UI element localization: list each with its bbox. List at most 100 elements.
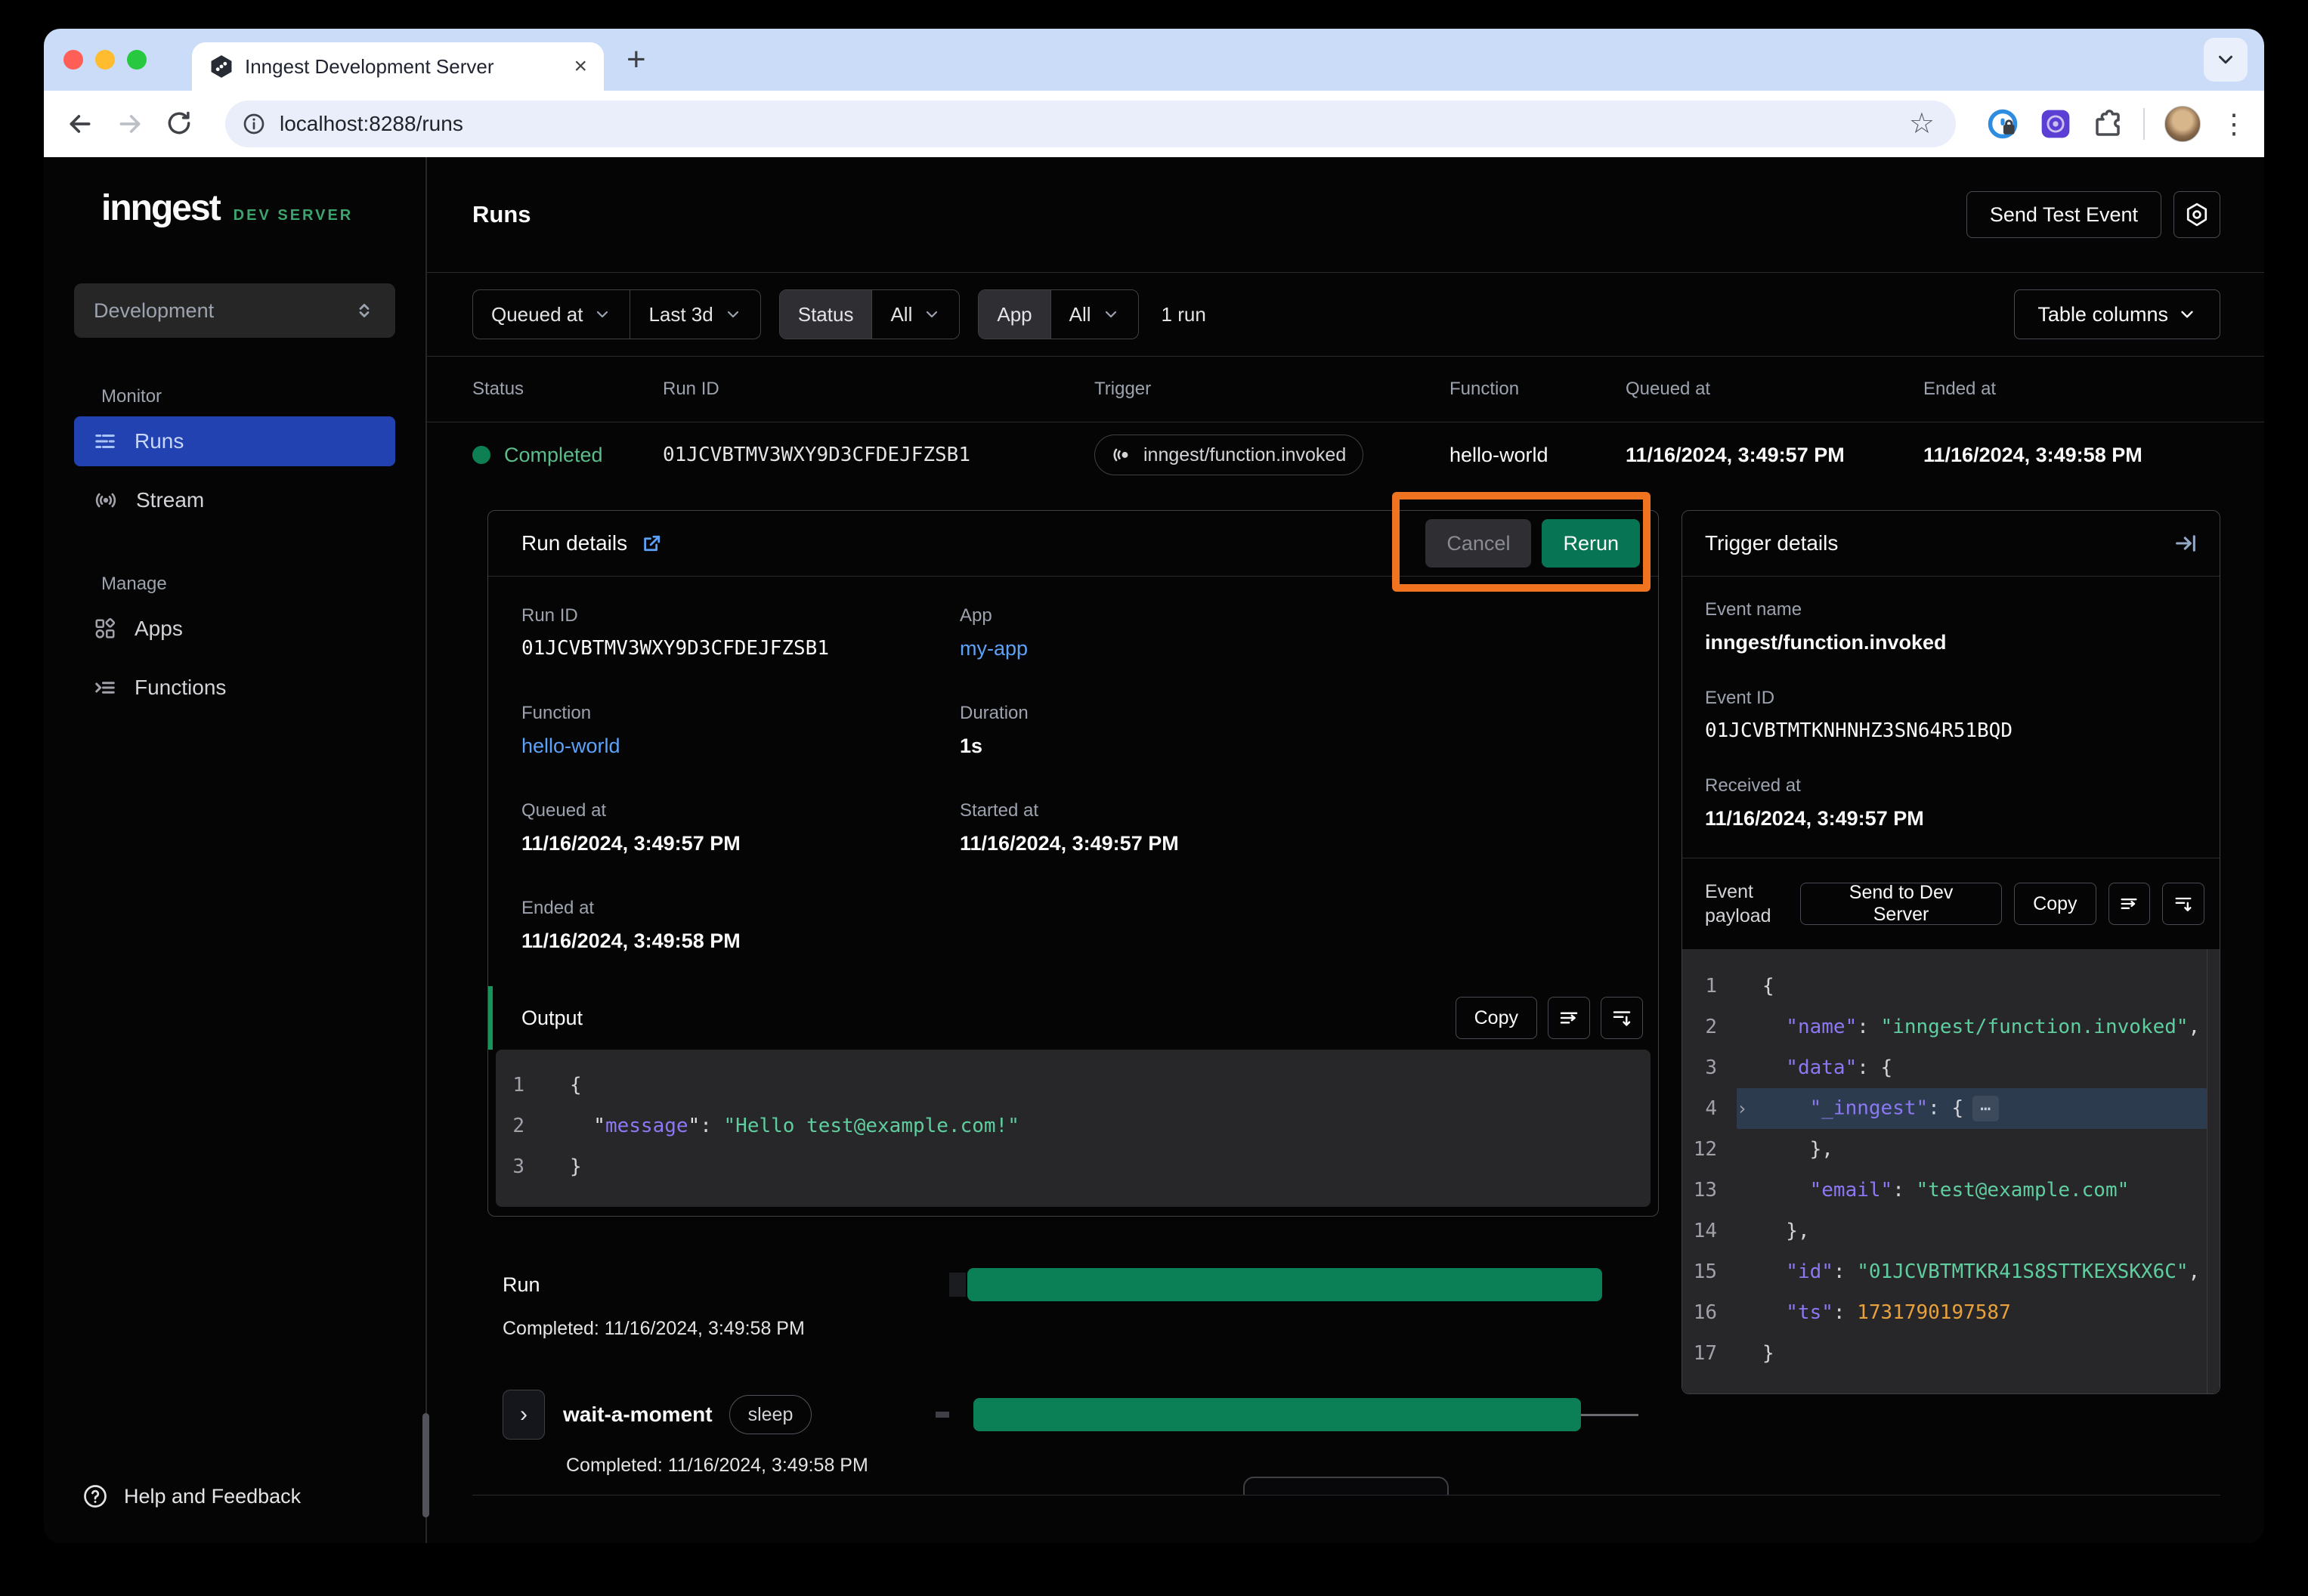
help-icon	[82, 1483, 109, 1510]
field-value: 01JCVBTMTKNHNHZ3SN64R51BQD	[1705, 719, 2197, 742]
settings-gear-button[interactable]	[2173, 191, 2220, 238]
scroll-to-bottom-icon[interactable]	[1601, 997, 1643, 1039]
reload-icon[interactable]	[165, 109, 195, 139]
extensions-puzzle-icon[interactable]	[2092, 108, 2124, 140]
word-wrap-icon[interactable]	[1548, 997, 1590, 1039]
sidebar-item-label: Functions	[135, 676, 226, 700]
time-field-select[interactable]: Queued at	[473, 290, 630, 339]
purple-extension-icon[interactable]	[2039, 107, 2072, 141]
trigger-event-pill[interactable]: inngest/function.invoked	[1094, 435, 1363, 475]
line-number: 16	[1682, 1301, 1737, 1324]
send-to-dev-server-button[interactable]: Send to Dev Server	[1800, 883, 2002, 925]
cancel-button[interactable]: Cancel	[1425, 519, 1531, 568]
payload-scroll-to-bottom-icon[interactable]	[2162, 883, 2204, 925]
time-range-select[interactable]: Last 3d	[630, 290, 760, 339]
status-filter[interactable]: Status All	[779, 289, 961, 339]
inngest-dev-server-app: inngest DEV SERVER Development MonitorRu…	[44, 157, 2264, 1543]
profile-avatar[interactable]	[2164, 106, 2201, 142]
fold-chevron-icon[interactable]: ›	[1737, 1098, 1762, 1119]
output-copy-button[interactable]: Copy	[1456, 997, 1537, 1039]
collapsed-content-dots[interactable]: ⋯	[1972, 1096, 1998, 1121]
table-columns-button[interactable]: Table columns	[2014, 289, 2220, 339]
window-controls	[63, 29, 147, 91]
code-line-4[interactable]: 4› "_inngest": {⋯	[1682, 1088, 2220, 1129]
send-test-event-button[interactable]: Send Test Event	[1966, 191, 2161, 238]
logo-row: inngest DEV SERVER	[74, 187, 395, 229]
timeline-queued-segment	[949, 1273, 966, 1297]
field-value[interactable]: hello-world	[521, 735, 960, 758]
new-tab-button[interactable]: +	[627, 43, 646, 76]
event-payload-code-block[interactable]: 1{2 "name": "inngest/function.invoked",3…	[1682, 949, 2220, 1393]
stream-icon	[94, 488, 118, 512]
bottom-spacer	[472, 1495, 2220, 1543]
time-filter[interactable]: Queued at Last 3d	[472, 289, 761, 339]
apps-icon	[94, 617, 116, 640]
password-manager-extension-icon[interactable]	[1986, 107, 2019, 141]
run-table-row[interactable]: Completed 01JCVBTMV3WXY9D3CFDEJFZSB1 inn…	[472, 422, 2220, 487]
line-number: 12	[1682, 1138, 1737, 1161]
forward-icon[interactable]	[115, 109, 145, 139]
timeline-step-bar-zone	[945, 1396, 1651, 1433]
tab-close-icon[interactable]: ×	[574, 55, 587, 78]
app-filter[interactable]: App All	[978, 289, 1138, 339]
code-text: "_inngest": {⋯	[1762, 1096, 1999, 1121]
trigger-details-title: Trigger details	[1705, 531, 1838, 555]
sidebar-item-runs[interactable]: Runs	[74, 416, 395, 466]
field-label: App	[960, 605, 1625, 626]
result-count: 1 run	[1162, 303, 1206, 326]
address-bar[interactable]: localhost:8288/runs ☆	[225, 101, 1956, 147]
run-details-fields: Run ID 01JCVBTMV3WXY9D3CFDEJFZSB1App my-…	[488, 577, 1658, 986]
token-num: 1731790197587	[1857, 1301, 2011, 1324]
field-label: Started at	[960, 800, 1625, 821]
close-window-button[interactable]	[63, 50, 83, 70]
status-filter-value[interactable]: All	[872, 290, 959, 339]
environment-selector[interactable]: Development	[74, 283, 395, 338]
fullscreen-window-button[interactable]	[127, 50, 147, 70]
help-and-feedback[interactable]: Help and Feedback	[74, 1483, 395, 1510]
run-id-cell: 01JCVBTMV3WXY9D3CFDEJFZSB1	[663, 444, 1094, 466]
rerun-button[interactable]: Rerun	[1542, 519, 1640, 568]
timeline-run-row[interactable]: Run	[503, 1267, 1651, 1303]
site-info-icon[interactable]	[242, 112, 266, 136]
open-external-link-icon[interactable]	[641, 532, 664, 555]
line-number: 15	[1682, 1260, 1737, 1283]
token-str: "01JCVBTMTKR41S8STTKEXSKX6C"	[1857, 1260, 2188, 1283]
browser-tab-strip: Inngest Development Server × +	[44, 29, 2264, 91]
collapse-panel-icon[interactable]	[2173, 530, 2198, 556]
code-text: {	[1762, 975, 1774, 998]
field-label: Event name	[1705, 599, 2197, 620]
field-value[interactable]: my-app	[960, 637, 1625, 660]
tab-search-chevron-button[interactable]	[2204, 38, 2248, 82]
minimize-window-button[interactable]	[95, 50, 115, 70]
output-code-block[interactable]: 1{2 "message": "Hello test@example.com!"…	[496, 1050, 1651, 1207]
payload-copy-button[interactable]: Copy	[2014, 883, 2096, 925]
detail-field-function: Function hello-world	[521, 703, 960, 758]
app-filter-value[interactable]: All	[1051, 290, 1138, 339]
sidebar-item-apps[interactable]: Apps	[74, 604, 395, 654]
run-function-name: hello-world	[1449, 444, 1548, 466]
run-timeline: Run Completed: 11/16/2024, 3:49:58 PM	[503, 1267, 1659, 1477]
timeline-step-row[interactable]: › wait-a-moment sleep	[503, 1390, 1651, 1440]
trigger-field-event-id: Event ID 01JCVBTMTKNHNHZ3SN64R51BQD	[1705, 688, 2197, 742]
back-icon[interactable]	[65, 109, 95, 139]
output-title: Output	[521, 1007, 583, 1030]
timeline-run-bar[interactable]	[967, 1268, 1602, 1301]
timeline-step-bar[interactable]	[973, 1398, 1581, 1431]
browser-tab[interactable]: Inngest Development Server ×	[192, 42, 604, 91]
sidebar-item-stream[interactable]: Stream	[74, 475, 395, 525]
timeline-zoom-button-clipped[interactable]	[1243, 1477, 1449, 1495]
step-expander-chevron-icon[interactable]: ›	[503, 1390, 545, 1440]
token-plain: {	[1762, 975, 1774, 998]
url-text[interactable]: localhost:8288/runs	[280, 112, 1909, 136]
browser-window: Inngest Development Server × +	[44, 29, 2264, 1543]
token-plain: :	[1833, 1260, 1857, 1283]
page-title: Runs	[472, 201, 531, 228]
run-queued-cell: 11/16/2024, 3:49:57 PM	[1626, 444, 1923, 467]
browser-menu-icon[interactable]: ⋮	[2220, 116, 2243, 132]
payload-word-wrap-icon[interactable]	[2108, 883, 2151, 925]
sidebar-item-functions[interactable]: Functions	[74, 663, 395, 713]
help-label: Help and Feedback	[124, 1485, 301, 1508]
run-detail-region: Run details Cancel Rerun	[472, 510, 2220, 1477]
column-header-function: Function	[1449, 379, 1626, 400]
bookmark-star-icon[interactable]: ☆	[1909, 110, 1935, 138]
